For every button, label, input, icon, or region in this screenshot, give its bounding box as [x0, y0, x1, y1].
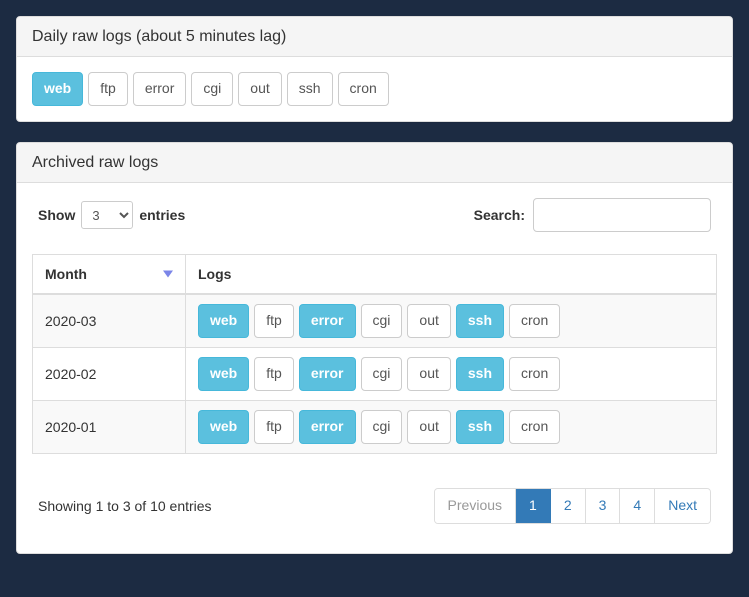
- archived-2020-03-log-button-out[interactable]: out: [407, 304, 451, 339]
- page-container: Daily raw logs (about 5 minutes lag) web…: [0, 0, 749, 590]
- search-control: Search:: [473, 198, 711, 233]
- archived-2020-03-log-button-cgi[interactable]: cgi: [360, 304, 403, 339]
- pagination: Previous 1 2 3 4 Next: [433, 488, 711, 525]
- column-header-label: Logs: [198, 266, 232, 283]
- archived-2020-01-log-button-ftp[interactable]: ftp: [254, 410, 294, 445]
- pagination-previous: Previous: [434, 489, 517, 524]
- archived-panel-title: Archived raw logs: [32, 154, 159, 172]
- entries-length-control: Show 3102550100 entries: [38, 201, 186, 230]
- archived-log-button-group: web ftp error cgi out ssh cron: [198, 357, 704, 392]
- datatable-footer: Showing 1 to 3 of 10 entries Previous 1 2 3…: [32, 488, 717, 525]
- cell-month: 2020-02: [32, 347, 186, 401]
- cell-logs: web ftp error cgi out ssh cron: [185, 347, 717, 401]
- archived-2020-01-log-button-cron[interactable]: cron: [509, 410, 561, 445]
- table-row: 2020-02 web ftp error cgi out ssh cron: [32, 347, 717, 401]
- table-head: Month Logs: [32, 254, 717, 296]
- archived-2020-02-log-button-error[interactable]: error: [298, 357, 356, 392]
- search-input[interactable]: [533, 198, 711, 233]
- search-label: Search:: [473, 207, 525, 224]
- archived-logs-table: Month Logs 2020-03 web ftp error cgi out ssh cro…: [32, 254, 717, 455]
- entries-per-page-select[interactable]: 3102550100: [81, 201, 134, 230]
- archived-2020-01-log-button-cgi[interactable]: cgi: [360, 410, 403, 445]
- cell-logs: web ftp error cgi out ssh cron: [185, 293, 717, 348]
- archived-2020-02-log-button-web[interactable]: web: [198, 357, 250, 392]
- table-row: 2020-01 web ftp error cgi out ssh cron: [32, 400, 717, 454]
- column-header-logs[interactable]: Logs: [185, 254, 717, 296]
- daily-panel-body: web ftp error cgi out ssh cron: [17, 57, 732, 121]
- pagination-1[interactable]: 1: [516, 489, 551, 524]
- archived-panel-heading: Archived raw logs: [17, 143, 732, 184]
- archived-2020-02-log-button-out[interactable]: out: [407, 357, 451, 392]
- archived-2020-03-log-button-ssh[interactable]: ssh: [455, 304, 504, 339]
- archived-2020-01-log-button-error[interactable]: error: [298, 410, 356, 445]
- archived-2020-03-log-button-cron[interactable]: cron: [509, 304, 561, 339]
- table-row: 2020-03 web ftp error cgi out ssh cron: [32, 293, 717, 348]
- archived-2020-02-log-button-cgi[interactable]: cgi: [360, 357, 403, 392]
- archived-2020-02-log-button-ftp[interactable]: ftp: [254, 357, 294, 392]
- entries-label: entries: [139, 207, 186, 224]
- table-body: 2020-03 web ftp error cgi out ssh cron 2020-02 we…: [32, 293, 717, 454]
- pagination-next[interactable]: Next: [655, 489, 710, 524]
- archived-2020-02-log-button-cron[interactable]: cron: [509, 357, 561, 392]
- archived-panel-body: Show 3102550100 entries Search: Month Log…: [17, 183, 732, 553]
- caret-down-icon: [163, 270, 173, 278]
- cell-month: 2020-03: [32, 293, 186, 348]
- daily-log-button-cron[interactable]: cron: [337, 72, 389, 107]
- pagination-3[interactable]: 3: [585, 489, 621, 524]
- daily-log-button-error[interactable]: error: [132, 72, 187, 107]
- archived-2020-03-log-button-ftp[interactable]: ftp: [254, 304, 294, 339]
- daily-log-button-out[interactable]: out: [238, 72, 282, 107]
- archived-2020-01-log-button-ssh[interactable]: ssh: [455, 410, 504, 445]
- daily-log-button-web[interactable]: web: [32, 72, 84, 107]
- table-header-row: Month Logs: [32, 254, 717, 296]
- daily-panel-heading: Daily raw logs (about 5 minutes lag): [17, 17, 732, 58]
- daily-log-button-cgi[interactable]: cgi: [191, 72, 234, 107]
- archived-log-button-group: web ftp error cgi out ssh cron: [198, 304, 704, 339]
- daily-log-button-ssh[interactable]: ssh: [286, 72, 333, 107]
- show-label: Show: [38, 207, 76, 224]
- pagination-2[interactable]: 2: [550, 489, 586, 524]
- column-header-label: Month: [45, 266, 87, 283]
- daily-log-button-group: web ftp error cgi out ssh cron: [32, 72, 717, 107]
- datatable-controls: Show 3102550100 entries Search:: [32, 198, 717, 233]
- archived-raw-logs-panel: Archived raw logs Show 3102550100 entrie…: [16, 142, 733, 555]
- daily-raw-logs-panel: Daily raw logs (about 5 minutes lag) web…: [16, 16, 733, 123]
- archived-2020-03-log-button-error[interactable]: error: [298, 304, 356, 339]
- archived-2020-02-log-button-ssh[interactable]: ssh: [455, 357, 504, 392]
- archived-log-button-group: web ftp error cgi out ssh cron: [198, 410, 704, 445]
- cell-logs: web ftp error cgi out ssh cron: [185, 400, 717, 454]
- pagination-4[interactable]: 4: [620, 489, 656, 524]
- daily-log-button-ftp[interactable]: ftp: [88, 72, 128, 107]
- column-header-month[interactable]: Month: [32, 254, 186, 296]
- daily-panel-title: Daily raw logs (about 5 minutes lag): [32, 28, 287, 45]
- archived-2020-01-log-button-web[interactable]: web: [198, 410, 250, 445]
- archived-2020-03-log-button-web[interactable]: web: [198, 304, 250, 339]
- entries-info: Showing 1 to 3 of 10 entries: [38, 498, 212, 515]
- cell-month: 2020-01: [32, 400, 186, 454]
- archived-2020-01-log-button-out[interactable]: out: [407, 410, 451, 445]
